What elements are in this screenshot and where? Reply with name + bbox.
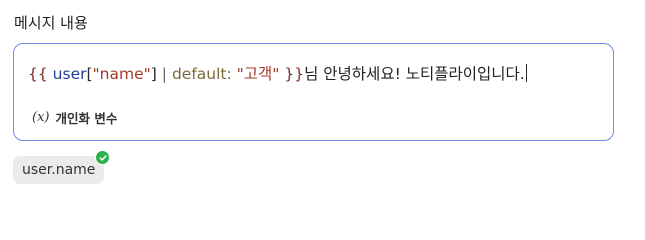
text-caret <box>525 64 527 82</box>
template-close-brace: }} <box>284 65 305 83</box>
template-open-brace: {{ <box>28 65 48 83</box>
template-filter: default: <box>171 65 232 83</box>
template-default-value: "고객" <box>236 65 280 83</box>
check-mark-svg <box>99 154 107 161</box>
personalization-variable-label: 개인화 변수 <box>55 111 118 126</box>
template-pipe: | <box>161 65 167 83</box>
message-editor[interactable]: {{ user["name"] | default: "고객" }}님 안녕하세… <box>13 43 614 141</box>
variable-x-icon: (𝑥) <box>32 110 50 125</box>
variable-chip[interactable]: user.name <box>13 150 111 184</box>
personalization-variable-button[interactable]: (𝑥) 개인화 변수 <box>32 108 117 127</box>
message-content-section: 메시지 내용 {{ user["name"] | default: "고객" }… <box>0 0 645 205</box>
message-content-label: 메시지 내용 <box>14 14 88 32</box>
message-text[interactable]: {{ user["name"] | default: "고객" }}님 안녕하세… <box>28 63 527 85</box>
template-key: "name" <box>92 65 151 83</box>
variable-chip-label: user.name <box>22 162 96 178</box>
template-variable: user <box>52 65 87 83</box>
check-icon <box>95 150 111 165</box>
template-bracket-close: ] <box>150 65 157 83</box>
message-trailing-text: 님 안녕하세요! 노티플라이입니다. <box>304 65 525 83</box>
